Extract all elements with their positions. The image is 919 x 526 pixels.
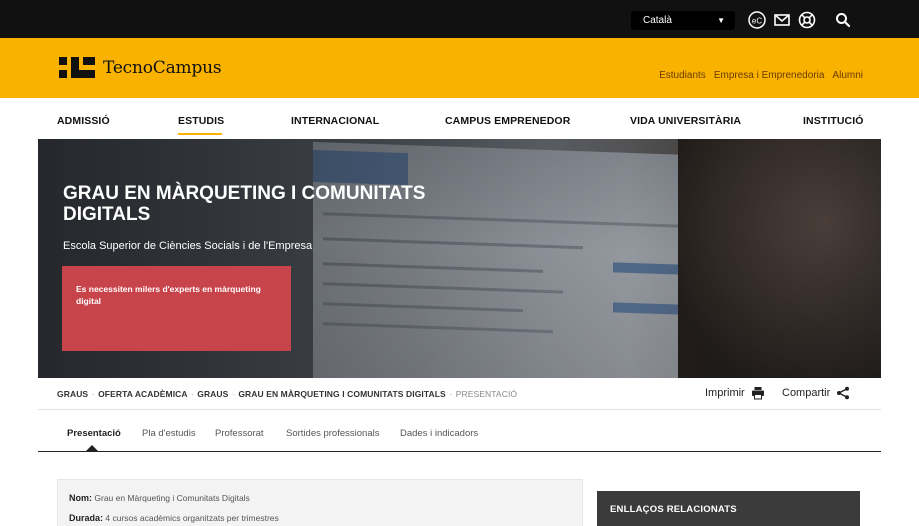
info-duration-label: Durada: bbox=[69, 513, 104, 523]
nav-item-internacional[interactable]: INTERNACIONAL bbox=[291, 115, 379, 127]
info-name-label: Nom: bbox=[69, 493, 92, 503]
share-icon bbox=[836, 386, 850, 400]
ec-icon[interactable]: eC bbox=[747, 10, 767, 30]
related-links-title: ENLLAÇOS RELACIONATS bbox=[610, 504, 737, 515]
hero-subtitle: Escola Superior de Ciències Socials i de… bbox=[63, 240, 313, 252]
breadcrumb-item[interactable]: GRAUS bbox=[197, 389, 228, 399]
nav-item-campus-emprenedor[interactable]: CAMPUS EMPRENEDOR bbox=[445, 115, 570, 127]
share-label: Compartir bbox=[782, 387, 831, 399]
breadcrumb-separator: · bbox=[449, 389, 453, 399]
link-empresa-emprenedoria[interactable]: Empresa i Emprenedoria bbox=[714, 70, 825, 81]
breadcrumb: GRAUS · OFERTA ACADÈMICA · GRAUS · GRAU … bbox=[57, 389, 517, 399]
info-name-value: Grau en Màrqueting i Comunitats Digitals bbox=[94, 493, 250, 503]
hero-callout: Es necessiten milers d'experts en màrque… bbox=[62, 266, 291, 351]
logo-mark-icon bbox=[59, 56, 97, 80]
breadcrumb-current: PRESENTACIÓ bbox=[455, 389, 518, 399]
tab-sortides-professionals[interactable]: Sortides professionals bbox=[286, 428, 379, 439]
link-alumni[interactable]: Alumni bbox=[832, 70, 863, 81]
nav-active-indicator bbox=[178, 133, 222, 135]
tab-presentacio[interactable]: Presentació bbox=[67, 428, 121, 439]
info-duration-row: Durada: 4 cursos acadèmics organitzats p… bbox=[69, 513, 279, 523]
chevron-down-icon: ▼ bbox=[717, 16, 725, 25]
breadcrumb-item[interactable]: OFERTA ACADÈMICA bbox=[98, 389, 187, 399]
brand-bar: TecnoCampus Estudiants Empresa i Emprene… bbox=[0, 38, 919, 98]
print-label: Imprimir bbox=[705, 387, 745, 399]
hero-banner: GRAU EN MÀRQUETING I COMUNITATS DIGITALS… bbox=[38, 139, 881, 378]
related-links-panel: ENLLAÇOS RELACIONATS bbox=[597, 491, 860, 526]
tab-professorat[interactable]: Professorat bbox=[215, 428, 264, 439]
nav-item-estudis[interactable]: ESTUDIS bbox=[178, 115, 224, 127]
main-nav: ADMISSIÓ ESTUDIS INTERNACIONAL CAMPUS EM… bbox=[0, 98, 919, 139]
breadcrumb-item[interactable]: GRAU EN MÀRQUETING I COMUNITATS DIGITALS bbox=[238, 389, 446, 399]
language-value: Català bbox=[643, 15, 672, 26]
svg-text:eC: eC bbox=[752, 17, 762, 26]
info-name-row: Nom: Grau en Màrqueting i Comunitats Dig… bbox=[69, 493, 250, 503]
search-icon[interactable] bbox=[833, 10, 853, 30]
print-button[interactable]: Imprimir bbox=[705, 386, 765, 400]
tecnocampus-logo[interactable]: TecnoCampus bbox=[59, 56, 222, 80]
logo-text: TecnoCampus bbox=[103, 58, 222, 78]
tab-pla-estudis[interactable]: Pla d'estudis bbox=[142, 428, 196, 439]
link-estudiants[interactable]: Estudiants bbox=[659, 70, 706, 81]
language-select[interactable]: Català ▼ bbox=[631, 11, 735, 30]
breadcrumb-separator: · bbox=[190, 389, 194, 399]
breadcrumb-separator: · bbox=[231, 389, 235, 399]
breadcrumb-item[interactable]: GRAUS bbox=[57, 389, 88, 399]
info-duration-value: 4 cursos acadèmics organitzats per trime… bbox=[105, 513, 279, 523]
nav-item-admissio[interactable]: ADMISSIÓ bbox=[57, 115, 110, 127]
nav-item-vida-universitaria[interactable]: VIDA UNIVERSITÀRIA bbox=[630, 115, 741, 127]
page-title: GRAU EN MÀRQUETING I COMUNITATS DIGITALS bbox=[63, 183, 426, 225]
nav-item-institucio[interactable]: INSTITUCIÓ bbox=[803, 115, 864, 127]
accessibility-icon[interactable] bbox=[797, 10, 817, 30]
brand-links: Estudiants Empresa i Emprenedoria Alumni bbox=[659, 70, 863, 81]
printer-icon bbox=[751, 386, 765, 400]
mail-icon[interactable] bbox=[772, 10, 792, 30]
share-button[interactable]: Compartir bbox=[782, 386, 850, 400]
tab-dades-indicadors[interactable]: Dades i indicadors bbox=[400, 428, 478, 439]
course-info-box: Nom: Grau en Màrqueting i Comunitats Dig… bbox=[57, 479, 583, 526]
breadcrumb-separator: · bbox=[91, 389, 95, 399]
hero-callout-text: Es necessiten milers d'experts en màrque… bbox=[76, 284, 261, 306]
top-bar: Català ▼ eC bbox=[0, 0, 919, 38]
